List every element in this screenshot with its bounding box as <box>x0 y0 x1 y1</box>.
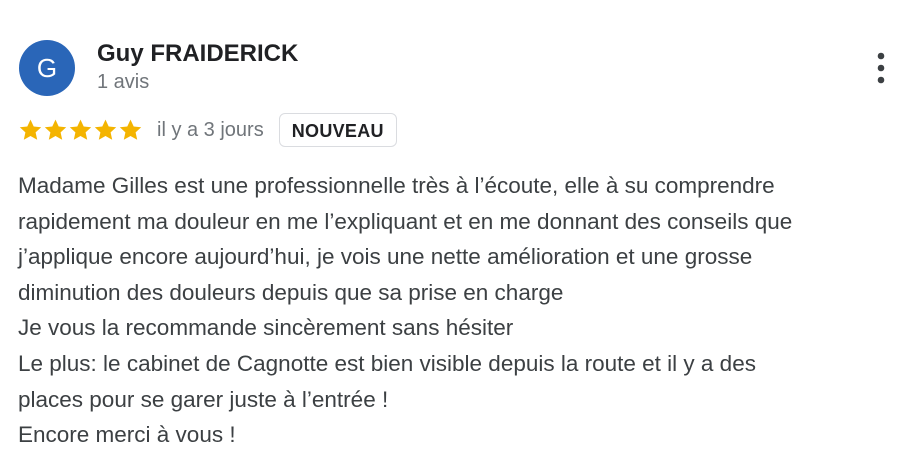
review-text-line: diminution des douleurs depuis que sa pr… <box>18 279 564 305</box>
star-icon <box>93 118 118 142</box>
review-text-line: j’applique encore aujourd’hui, je vois u… <box>18 244 753 270</box>
star-icon <box>68 118 93 142</box>
star-rating <box>18 118 143 142</box>
new-badge: NOUVEAU <box>278 113 397 147</box>
review-text-line: Je vous la recommande sincèrement sans h… <box>18 315 514 341</box>
star-icon <box>43 118 68 142</box>
review-text-line: Encore merci à vous ! <box>18 422 236 448</box>
avatar[interactable]: G <box>19 40 75 96</box>
review-text-line: rapidement ma douleur en me l’expliquant… <box>18 208 793 234</box>
star-icon <box>118 118 143 142</box>
rating-row: il y a 3 jours NOUVEAU <box>18 111 397 149</box>
review-text-line: Madame Gilles est une professionnelle tr… <box>18 173 775 198</box>
author-review-count: 1 avis <box>97 71 150 93</box>
more-options-button[interactable] <box>866 50 896 86</box>
star-icon <box>18 118 43 142</box>
avatar-initial: G <box>36 53 58 83</box>
more-vert-icon <box>877 52 885 84</box>
review-card: G Guy FRAIDERICK 1 avis il y a 3 jours N… <box>0 0 920 472</box>
review-text: Madame Gilles est une professionnelle tr… <box>18 168 908 453</box>
review-text-line: places pour se garer juste à l’entrée ! <box>18 386 389 412</box>
review-date: il y a 3 jours <box>157 118 264 141</box>
review-text-line: Le plus: le cabinet de Cagnotte est bien… <box>18 350 756 376</box>
author-name[interactable]: Guy FRAIDERICK <box>97 40 298 68</box>
